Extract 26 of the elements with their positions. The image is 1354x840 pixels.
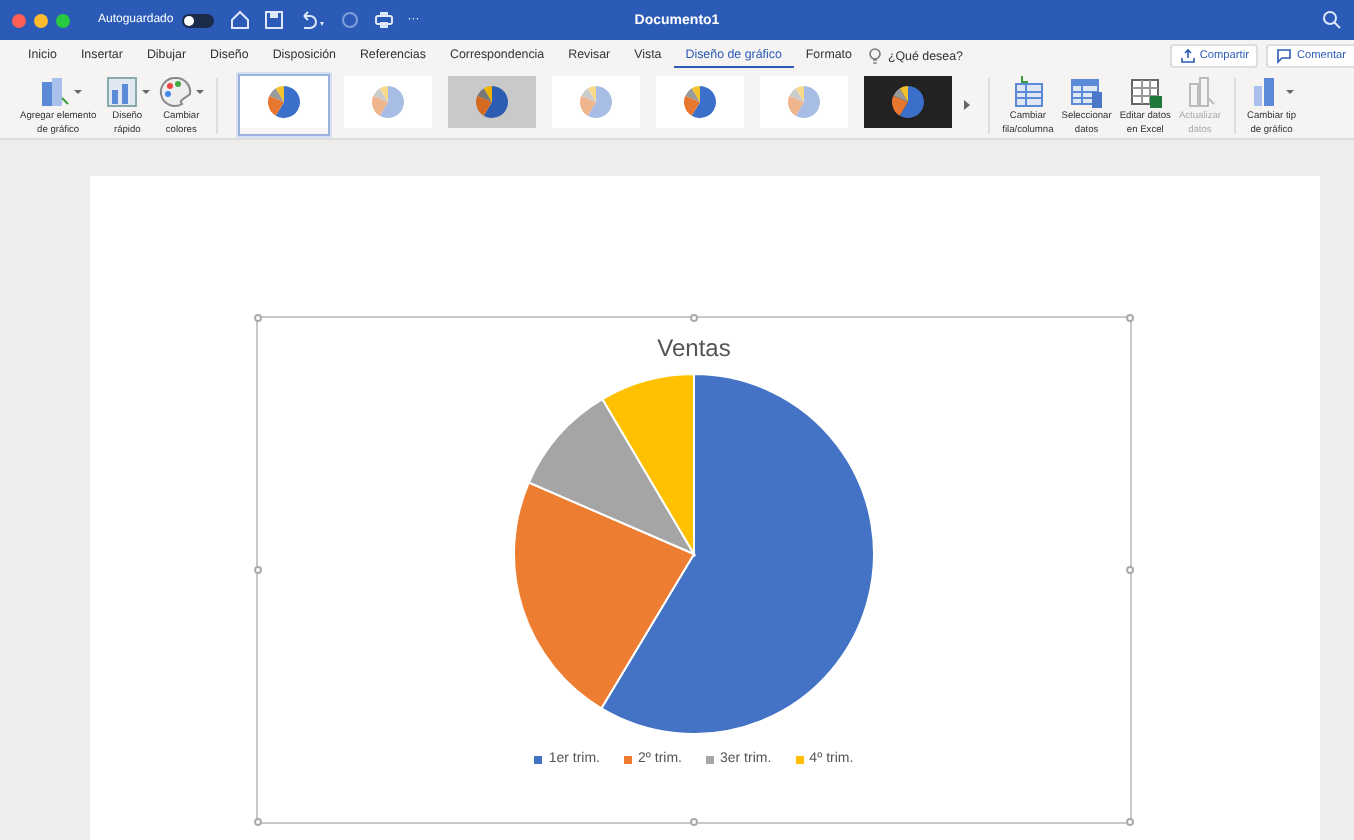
resize-handle[interactable] (690, 818, 698, 826)
caret-icon (73, 89, 82, 94)
lightbulb-icon (867, 47, 882, 65)
caret-icon (1286, 89, 1295, 94)
chart-title: Ventas (657, 334, 731, 362)
pie-thumbnail-icon (448, 76, 537, 128)
resize-handle[interactable] (1126, 566, 1134, 574)
save-icon[interactable] (263, 10, 284, 30)
undo-icon[interactable] (297, 10, 326, 30)
search-icon[interactable] (1322, 10, 1342, 30)
print-icon[interactable] (373, 10, 394, 30)
share-icon (1179, 48, 1196, 64)
resize-handle[interactable] (1126, 314, 1134, 322)
resize-handle[interactable] (254, 314, 262, 322)
resize-handle[interactable] (254, 818, 262, 826)
caret-icon (142, 89, 151, 94)
resize-handle[interactable] (690, 314, 698, 322)
home-icon[interactable] (229, 10, 250, 30)
comment-icon (1276, 48, 1293, 64)
pie-thumbnail-icon (864, 76, 953, 128)
chart-style-thumbnail[interactable] (238, 74, 331, 136)
caret-icon (196, 89, 205, 94)
autosave-toggle[interactable] (181, 13, 214, 27)
resize-handle[interactable] (1126, 818, 1134, 826)
gallery-arrow-icon[interactable] (964, 100, 971, 110)
resize-handle[interactable] (254, 566, 262, 574)
